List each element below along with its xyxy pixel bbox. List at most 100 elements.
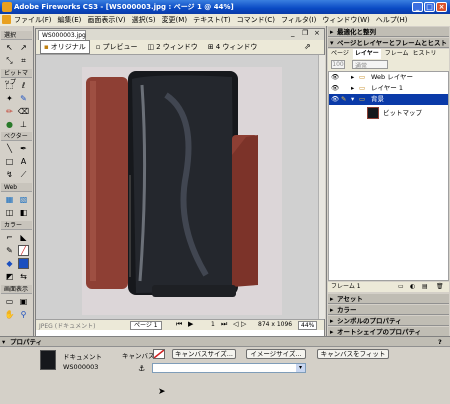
assets-panel-header[interactable]: アセット — [328, 294, 449, 304]
stroke-color-swatch[interactable]: ╱ — [18, 245, 29, 256]
brush-tool-icon[interactable]: ✎ — [18, 93, 29, 104]
text-tool-icon[interactable]: A — [18, 156, 29, 167]
tab-pages[interactable]: ページ — [331, 49, 349, 59]
optimize-panel-header[interactable]: 最適化と整列 — [328, 27, 449, 37]
opacity-field[interactable]: 100 — [331, 60, 345, 69]
canvas-color-swatch[interactable] — [153, 349, 165, 359]
paint-bucket-tool-icon[interactable]: ◣ — [18, 232, 29, 243]
play-icon[interactable]: ▶ — [188, 320, 193, 328]
menu-text[interactable]: テキスト(T) — [193, 15, 231, 25]
first-frame-icon[interactable]: ⏮ — [176, 320, 182, 329]
canvas-size-button[interactable]: キャンバスサイズ... — [172, 349, 236, 359]
scale-tool-icon[interactable]: ⤡ — [4, 55, 15, 66]
crop-tool-icon[interactable]: ⌗ — [18, 55, 29, 66]
subselect-tool-icon[interactable]: ↗ — [18, 42, 29, 53]
quick-export-icon[interactable]: ⇗ — [304, 42, 311, 51]
symbol-properties-header[interactable]: シンボルのプロパティ — [328, 316, 449, 326]
chevron-down-icon[interactable]: ▾ — [296, 364, 305, 372]
show-slices-icon[interactable]: ◧ — [18, 207, 29, 218]
fit-canvas-button[interactable]: キャンバスをフィット — [317, 349, 389, 359]
close-button[interactable]: × — [436, 2, 447, 12]
swap-colors-icon[interactable]: ⇆ — [18, 271, 29, 282]
default-colors-icon[interactable]: ◩ — [4, 271, 15, 282]
doc-minimize-icon[interactable]: _ — [291, 29, 295, 37]
freeform-tool-icon[interactable]: ↯ — [4, 169, 15, 180]
pen-tool-icon[interactable]: ✒ — [18, 143, 29, 154]
new-layer-icon[interactable]: ▭ — [398, 282, 404, 292]
blend-mode-select[interactable]: 通常 — [352, 60, 388, 70]
hotspot-tool-icon[interactable]: ▦ — [4, 194, 15, 205]
layer-row-bitmap[interactable]: ビットマップ — [329, 105, 448, 121]
menu-file[interactable]: ファイル(F) — [14, 15, 52, 25]
hand-tool-icon[interactable]: ✋ — [4, 309, 15, 320]
tab-frames[interactable]: フレーム — [385, 49, 409, 59]
doc-restore-icon[interactable]: ❐ — [302, 29, 308, 37]
tab-preview[interactable]: ▫ プレビュー — [92, 40, 142, 54]
hide-slices-icon[interactable]: ◫ — [4, 207, 15, 218]
tab-layers[interactable]: レイヤー — [352, 49, 381, 59]
menu-filters[interactable]: フィルタ(I) — [281, 15, 316, 25]
expand-arrow-icon[interactable]: ▸ — [351, 83, 354, 94]
add-mask-icon[interactable]: ◐ — [410, 282, 415, 292]
expand-arrow-icon[interactable]: ▾ — [351, 94, 354, 105]
full-screen-menu-icon[interactable]: ▣ — [18, 296, 29, 307]
menu-view[interactable]: 画面表示(V) — [87, 15, 125, 25]
style-dropdown[interactable]: ▾ — [152, 363, 306, 373]
eraser-tool-icon[interactable]: ⌫ — [18, 106, 29, 117]
magic-wand-tool-icon[interactable]: ✦ — [4, 93, 15, 104]
tab-2-up[interactable]: ◫ 2 ウィンドウ — [144, 40, 202, 54]
tools-section-color: カラー — [1, 221, 32, 230]
menu-help[interactable]: ヘルプ(H) — [376, 15, 408, 25]
collapse-arrow-icon[interactable]: ▾ — [2, 337, 5, 347]
document-tab[interactable]: WS000003.jpg — [38, 30, 86, 40]
help-icon[interactable]: ? — [438, 337, 442, 347]
minimize-button[interactable]: _ — [412, 2, 423, 12]
marquee-tool-icon[interactable]: ⬚ — [4, 80, 15, 91]
layer-row-web[interactable]: 👁 ▸ ▭ Web レイヤー — [329, 72, 448, 83]
menu-modify[interactable]: 変更(M) — [162, 15, 188, 25]
canvas-area[interactable] — [36, 55, 318, 319]
slice-tool-icon[interactable]: ▧ — [18, 194, 29, 205]
menu-edit[interactable]: 編集(E) — [58, 15, 82, 25]
prev-frame-icon[interactable]: ◁ — [233, 320, 238, 328]
next-frame-icon[interactable]: ⏭ — [221, 320, 227, 329]
last-frame-icon[interactable]: ▷ — [241, 320, 246, 328]
eye-icon[interactable]: 👁 — [331, 72, 339, 83]
expand-arrow-icon[interactable]: ▸ — [351, 72, 354, 83]
fill-color-icon[interactable]: ◆ — [4, 258, 15, 269]
zoom-select[interactable]: 44% — [298, 321, 318, 330]
zoom-tool-icon[interactable]: ⚲ — [18, 309, 29, 320]
new-sublayer-icon[interactable]: ▤ — [422, 282, 428, 292]
page-select[interactable]: ページ 1 — [130, 321, 162, 330]
doc-close-icon[interactable]: × — [314, 29, 320, 37]
tab-history[interactable]: ヒストリ — [413, 49, 437, 59]
rectangle-tool-icon[interactable]: □ — [4, 156, 15, 167]
eye-icon[interactable]: 👁 — [331, 94, 339, 105]
lasso-tool-icon[interactable]: ℓ — [18, 80, 29, 91]
tab-4-up[interactable]: ⊞ 4 ウィンドウ — [204, 40, 262, 54]
layer-row-layer1[interactable]: 👁 ▸ ▭ レイヤー 1 — [329, 83, 448, 94]
knife-tool-icon[interactable]: ⟋ — [18, 169, 29, 180]
menu-commands[interactable]: コマンド(C) — [237, 15, 275, 25]
rubber-stamp-tool-icon[interactable]: ⊥ — [18, 119, 29, 130]
properties-header[interactable]: ▾ プロパティ ? — [0, 337, 450, 347]
standard-screen-icon[interactable]: ▭ — [4, 296, 15, 307]
eye-icon[interactable]: 👁 — [331, 83, 339, 94]
pencil-tool-icon[interactable]: ✏ — [4, 106, 15, 117]
trash-icon[interactable]: 🗑 — [436, 282, 444, 292]
image-size-button[interactable]: イメージサイズ... — [246, 349, 306, 359]
tab-original[interactable]: ▪ オリジナル — [40, 40, 90, 54]
stroke-color-icon[interactable]: ✎ — [4, 245, 15, 256]
pages-layers-panel-header[interactable]: ページとレイヤーとフレームとヒストリ — [328, 38, 449, 57]
layer-row-background[interactable]: 👁 ✎ ▾ ▭ 背景 — [329, 94, 448, 105]
pointer-tool-icon[interactable]: ↖ — [4, 42, 15, 53]
maximize-button[interactable]: □ — [424, 2, 435, 12]
colors-panel-header[interactable]: カラー — [328, 305, 449, 315]
line-tool-icon[interactable]: ╲ — [4, 143, 15, 154]
eyedropper-tool-icon[interactable]: ⌐ — [4, 232, 15, 243]
vertical-scrollbar[interactable] — [318, 55, 325, 319]
menu-select[interactable]: 選択(S) — [132, 15, 156, 25]
blur-tool-icon[interactable]: ● — [4, 119, 15, 130]
fill-color-swatch[interactable] — [18, 258, 29, 269]
menu-window[interactable]: ウィンドウ(W) — [322, 15, 369, 25]
